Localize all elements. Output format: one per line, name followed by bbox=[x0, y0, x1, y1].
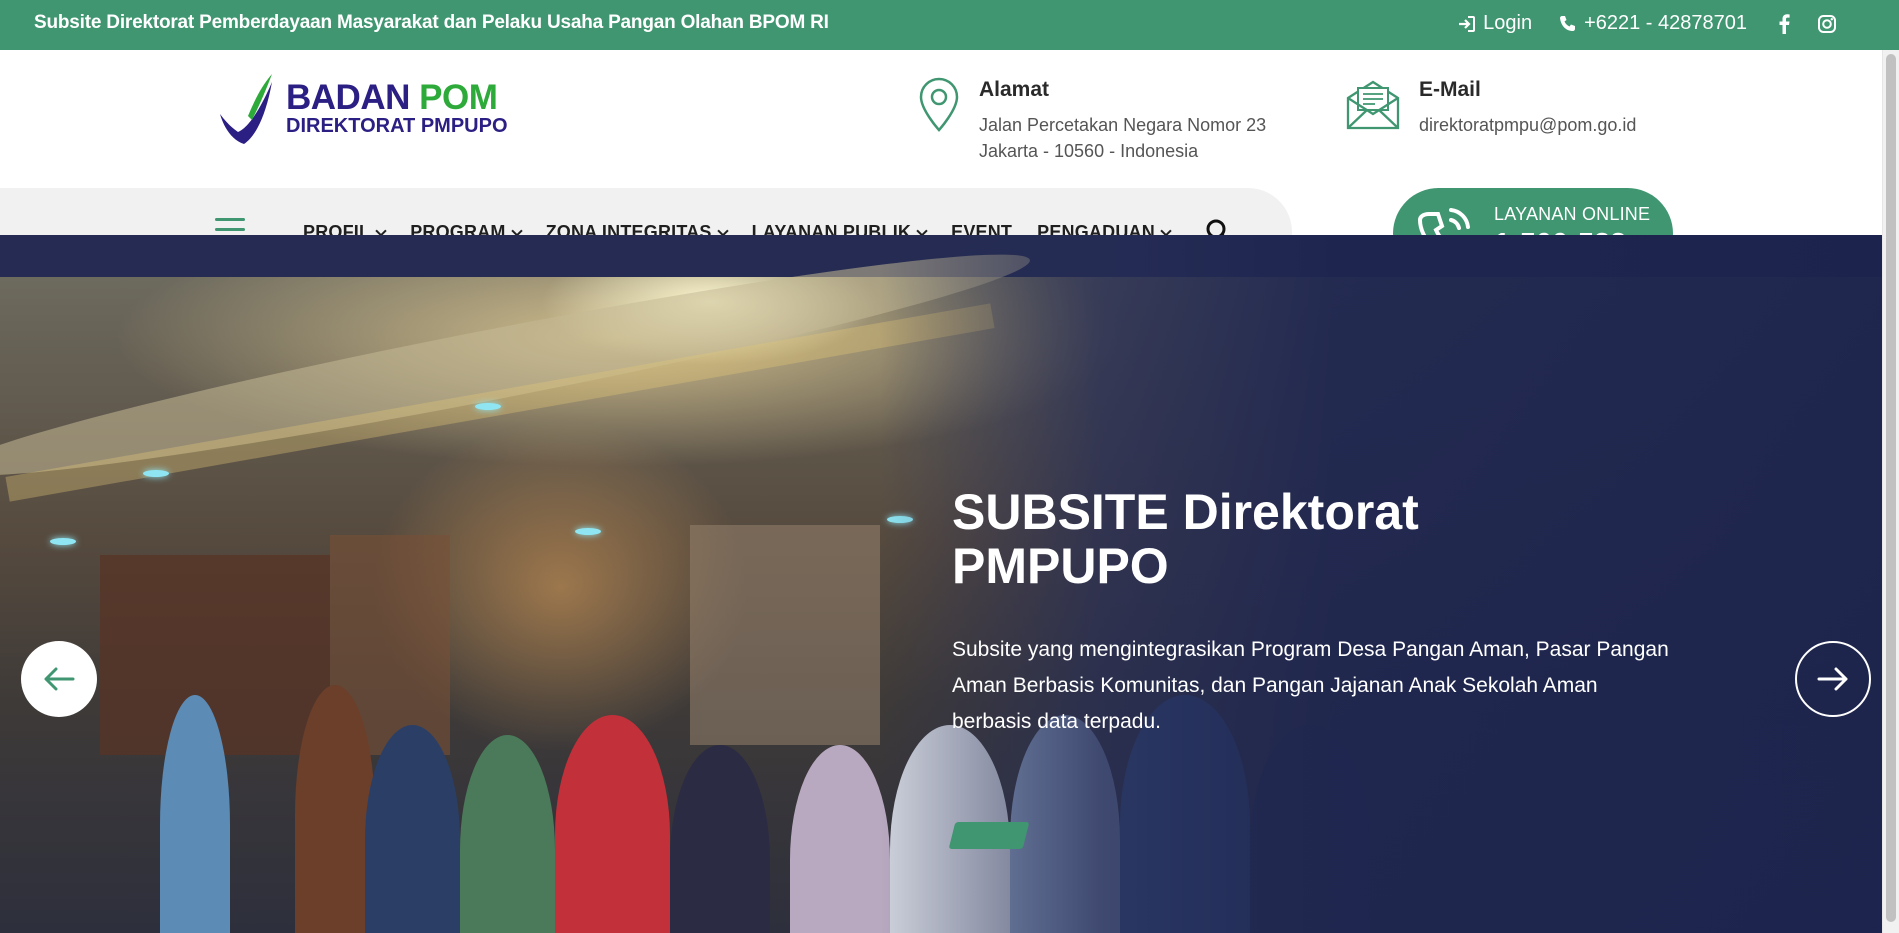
scrollbar-thumb[interactable] bbox=[1886, 54, 1896, 922]
address-line-1: Jalan Percetakan Negara Nomor 23 bbox=[979, 115, 1267, 135]
address-block: Alamat Jalan Percetakan Negara Nomor 23 … bbox=[917, 76, 1266, 164]
hero-cta-tab[interactable] bbox=[948, 822, 1030, 849]
logo-mark-icon bbox=[220, 74, 272, 144]
instagram-link[interactable] bbox=[1817, 14, 1837, 34]
arrow-left-icon bbox=[44, 667, 75, 691]
top-bar: Subsite Direktorat Pemberdayaan Masyarak… bbox=[0, 0, 1899, 50]
phone-link[interactable]: +6221 - 42878701 bbox=[1558, 12, 1747, 35]
logo-subtitle: DIREKTORAT PMPUPO bbox=[286, 115, 508, 137]
email-block: E-Mail direktoratpmpu@pom.go.id bbox=[1345, 76, 1636, 138]
site-header: BADAN POM DIREKTORAT PMPUPO Alamat Jalan… bbox=[0, 50, 1882, 188]
hero-title: SUBSITE Direktorat PMPUPO bbox=[952, 484, 1419, 594]
email-title: E-Mail bbox=[1419, 78, 1481, 101]
top-bar-actions: Login +6221 - 42878701 bbox=[1457, 12, 1837, 35]
login-icon bbox=[1457, 14, 1477, 34]
logo-word-pom: POM bbox=[419, 78, 498, 117]
logo-word-badan: BADAN bbox=[286, 78, 410, 117]
email-address[interactable]: direktoratpmpu@pom.go.id bbox=[1419, 112, 1636, 138]
login-link[interactable]: Login bbox=[1457, 12, 1532, 35]
site-tagline: Subsite Direktorat Pemberdayaan Masyarak… bbox=[34, 12, 829, 33]
layanan-label: LAYANAN ONLINE bbox=[1494, 204, 1651, 224]
login-label: Login bbox=[1483, 12, 1533, 34]
slider-next-button[interactable] bbox=[1795, 641, 1871, 717]
hero-description: Subsite yang mengintegrasikan Program De… bbox=[952, 638, 1669, 733]
envelope-icon bbox=[1346, 80, 1400, 130]
hero-slider: SUBSITE Direktorat PMPUPO Subsite yang m… bbox=[0, 235, 1882, 933]
address-title: Alamat bbox=[979, 78, 1050, 101]
slider-prev-button[interactable] bbox=[21, 641, 97, 717]
facebook-icon bbox=[1777, 13, 1791, 34]
phone-icon bbox=[1558, 14, 1578, 34]
facebook-link[interactable] bbox=[1777, 13, 1791, 34]
arrow-right-icon bbox=[1817, 667, 1848, 691]
instagram-icon bbox=[1817, 14, 1837, 34]
location-pin-icon bbox=[919, 77, 959, 132]
address-line-2: Jakarta - 10560 - Indonesia bbox=[979, 141, 1199, 161]
site-logo[interactable]: BADAN POM DIREKTORAT PMPUPO bbox=[214, 70, 508, 146]
page-scrollbar[interactable] bbox=[1882, 50, 1899, 933]
phone-number: +6221 - 42878701 bbox=[1584, 12, 1747, 34]
logo-title: BADAN POM bbox=[286, 80, 508, 116]
